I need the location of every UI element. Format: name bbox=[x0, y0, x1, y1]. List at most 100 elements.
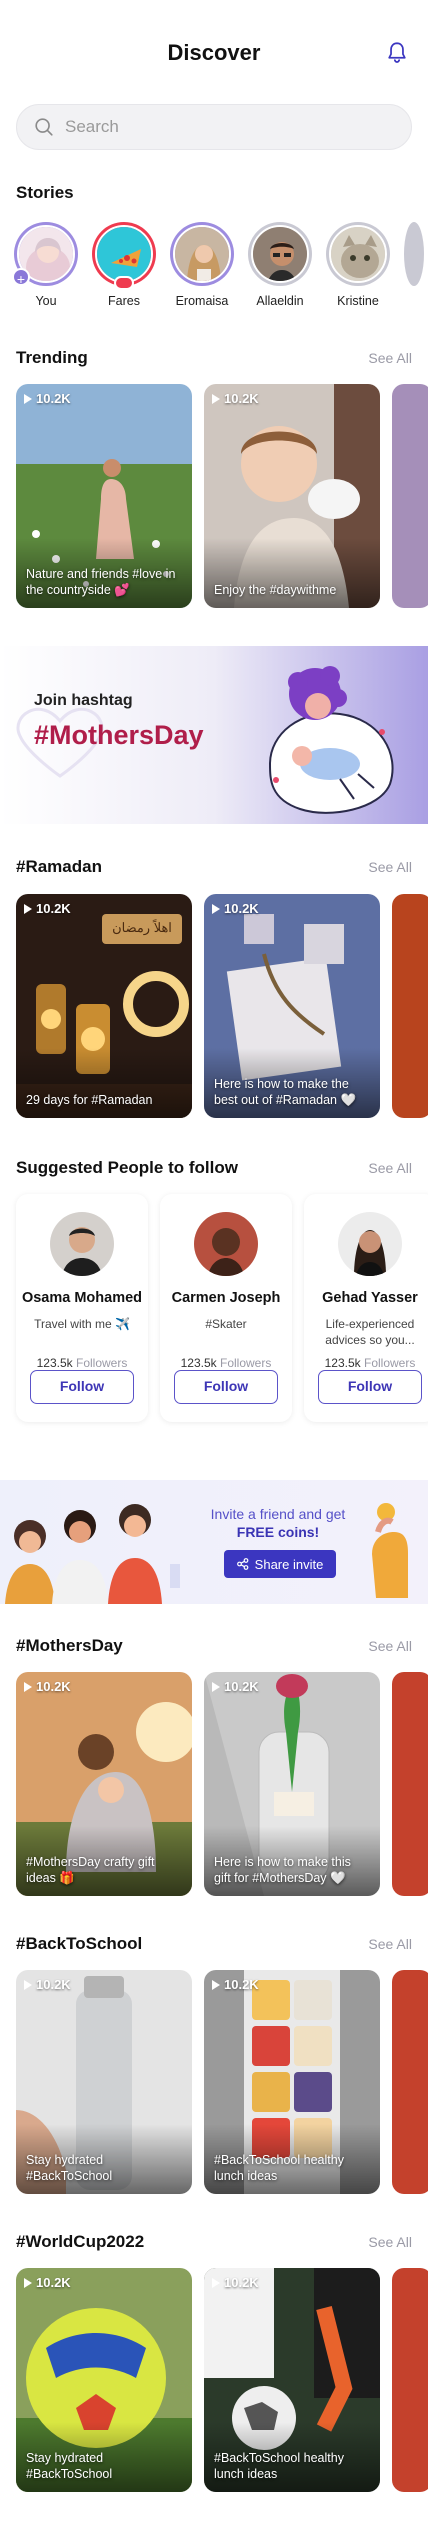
story-label: Kristine bbox=[337, 294, 379, 308]
person-card[interactable]: Carmen Joseph #Skater 123.5k Followers F… bbox=[160, 1194, 292, 1422]
card-caption: Here is how to make this gift for #Mothe… bbox=[214, 1855, 351, 1885]
worldcup-row: 10.2K Stay hydrated #BackToSchool 10.2K … bbox=[16, 2268, 428, 2492]
play-icon bbox=[24, 393, 32, 404]
view-count: 10.2K bbox=[212, 1679, 259, 1694]
follower-count: 123.5k Followers bbox=[324, 1356, 416, 1370]
person-card[interactable]: Gehad Yasser Life-experienced advices so… bbox=[304, 1194, 428, 1422]
person-name: Gehad Yasser bbox=[322, 1290, 418, 1306]
follower-count: 123.5k Followers bbox=[180, 1356, 272, 1370]
card-caption: Stay hydrated #BackToSchool bbox=[26, 2451, 113, 2481]
video-card[interactable]: 10.2K Enjoy the #daywithme bbox=[204, 384, 380, 608]
avatar bbox=[251, 225, 309, 283]
person-name: Carmen Joseph bbox=[171, 1290, 281, 1306]
card-caption: #BackToSchool healthy lunch ideas bbox=[214, 2451, 344, 2481]
invite-text: Invite a friend and get bbox=[210, 1506, 346, 1522]
trending-see-all-link[interactable]: See All bbox=[368, 350, 412, 366]
card-caption: #MothersDay crafty gift ideas 🎁 bbox=[26, 1855, 155, 1885]
follow-button[interactable]: Follow bbox=[30, 1370, 134, 1404]
worldcup-see-all-link[interactable]: See All bbox=[368, 2234, 412, 2250]
story-eromaisa[interactable]: Eromaisa bbox=[170, 222, 234, 308]
bell-icon[interactable] bbox=[384, 40, 410, 66]
backtoschool-see-all-link[interactable]: See All bbox=[368, 1936, 412, 1952]
video-card[interactable]: 10.2K Here is how to make the best out o… bbox=[204, 894, 380, 1118]
story-allaeldin[interactable]: Allaeldin bbox=[248, 222, 312, 308]
avatar bbox=[329, 225, 387, 283]
add-story-icon[interactable]: + bbox=[12, 268, 30, 287]
avatar bbox=[50, 1212, 114, 1276]
person-name: Osama Mohamed bbox=[21, 1290, 143, 1306]
story-ring bbox=[404, 222, 424, 286]
card-caption: #BackToSchool healthy lunch ideas bbox=[214, 2153, 344, 2183]
story-you[interactable]: + You bbox=[12, 222, 78, 308]
search-bar[interactable] bbox=[16, 104, 412, 150]
banner-hashtag: #MothersDay bbox=[34, 720, 204, 750]
video-card[interactable]: 10.2K Stay hydrated #BackToSchool bbox=[16, 2268, 192, 2492]
video-card[interactable] bbox=[392, 894, 428, 1118]
card-caption: Enjoy the #daywithme bbox=[214, 583, 337, 597]
card-caption: Stay hydrated #BackToSchool bbox=[26, 2153, 113, 2183]
story-label: Fares bbox=[108, 294, 140, 308]
view-count: 10.2K bbox=[24, 1977, 71, 1992]
play-icon bbox=[24, 2277, 32, 2288]
mothersday-row: 10.2K #MothersDay crafty gift ideas 🎁 10… bbox=[16, 1672, 428, 1896]
avatar bbox=[194, 1212, 258, 1276]
story-label: You bbox=[35, 294, 57, 308]
page-title: Discover bbox=[167, 40, 261, 65]
play-icon bbox=[212, 903, 220, 914]
video-card[interactable] bbox=[392, 1672, 428, 1896]
video-card[interactable]: 10.2K #BackToSchool healthy lunch ideas bbox=[204, 2268, 380, 2492]
story-label: Allaeldin bbox=[256, 294, 304, 308]
join-hashtag-banner[interactable]: Join hashtag #MothersDay bbox=[0, 646, 428, 824]
share-invite-button[interactable]: Share invite bbox=[224, 1550, 336, 1578]
story-label: Eromaisa bbox=[175, 294, 229, 308]
suggested-title: Suggested People to follow bbox=[16, 1158, 238, 1177]
play-icon bbox=[24, 1681, 32, 1692]
card-sign-text: اهلاً رمضان bbox=[112, 920, 172, 935]
person-bio: #Skater bbox=[205, 1317, 247, 1331]
invite-reward-text: FREE coins! bbox=[236, 1524, 320, 1540]
banner-subtitle: Join hashtag bbox=[34, 692, 133, 709]
ramadan-title: #Ramadan bbox=[16, 857, 102, 876]
video-card[interactable]: 10.2K Stay hydrated #BackToSchool bbox=[16, 1970, 192, 2194]
ramadan-see-all-link[interactable]: See All bbox=[368, 859, 412, 875]
view-count: 10.2K bbox=[212, 901, 259, 916]
person-card[interactable]: Osama Mohamed Travel with me ✈️ 123.5k F… bbox=[16, 1194, 148, 1422]
play-icon bbox=[24, 1979, 32, 1990]
stories-title: Stories bbox=[16, 183, 74, 202]
video-card[interactable]: اهلاً رمضان 10.2K 29 days for #Ramadan bbox=[16, 894, 192, 1118]
mothersday-see-all-link[interactable]: See All bbox=[368, 1638, 412, 1654]
view-count: 10.2K bbox=[24, 1679, 71, 1694]
video-card[interactable] bbox=[392, 2268, 428, 2492]
ramadan-row: اهلاً رمضان 10.2K 29 days for #Ramadan 1… bbox=[16, 894, 428, 1118]
video-card[interactable]: 10.2K Here is how to make this gift for … bbox=[204, 1672, 380, 1896]
card-caption: Here is how to make the best out of #Ram… bbox=[214, 1077, 357, 1107]
header: Discover bbox=[0, 0, 428, 110]
story-more[interactable] bbox=[404, 222, 428, 308]
share-icon bbox=[236, 1558, 249, 1570]
video-card[interactable]: 10.2K #BackToSchool healthy lunch ideas bbox=[204, 1970, 380, 2194]
video-card[interactable] bbox=[392, 1970, 428, 2194]
trending-title: Trending bbox=[16, 348, 88, 367]
suggested-people-row: Osama Mohamed Travel with me ✈️ 123.5k F… bbox=[16, 1194, 428, 1422]
backtoschool-title: #BackToSchool bbox=[16, 1934, 143, 1953]
story-fares[interactable]: Fares bbox=[92, 222, 156, 308]
play-icon bbox=[24, 903, 32, 914]
trending-row: 10.2K Nature and friends #love in the co… bbox=[16, 384, 428, 608]
follow-button[interactable]: Follow bbox=[318, 1370, 422, 1404]
search-input[interactable] bbox=[65, 117, 385, 137]
video-card[interactable]: 10.2K Nature and friends #love in the co… bbox=[16, 384, 192, 608]
view-count: 10.2K bbox=[24, 391, 71, 406]
video-card[interactable]: 10.2K #MothersDay crafty gift ideas 🎁 bbox=[16, 1672, 192, 1896]
avatar bbox=[95, 225, 153, 283]
follower-count: 123.5k Followers bbox=[36, 1356, 128, 1370]
backtoschool-row: 10.2K Stay hydrated #BackToSchool 10.2K … bbox=[16, 1970, 428, 2194]
card-caption: Nature and friends #love in the countrys… bbox=[26, 567, 176, 597]
follow-button[interactable]: Follow bbox=[174, 1370, 278, 1404]
story-ring bbox=[92, 222, 156, 290]
stories-row: + You Fares Eromaisa Allaeldin Kristine bbox=[12, 222, 428, 308]
video-card[interactable] bbox=[392, 384, 428, 608]
suggested-see-all-link[interactable]: See All bbox=[368, 1160, 412, 1176]
view-count: 10.2K bbox=[212, 1977, 259, 1992]
story-kristine[interactable]: Kristine bbox=[326, 222, 390, 308]
search-icon bbox=[35, 118, 53, 136]
